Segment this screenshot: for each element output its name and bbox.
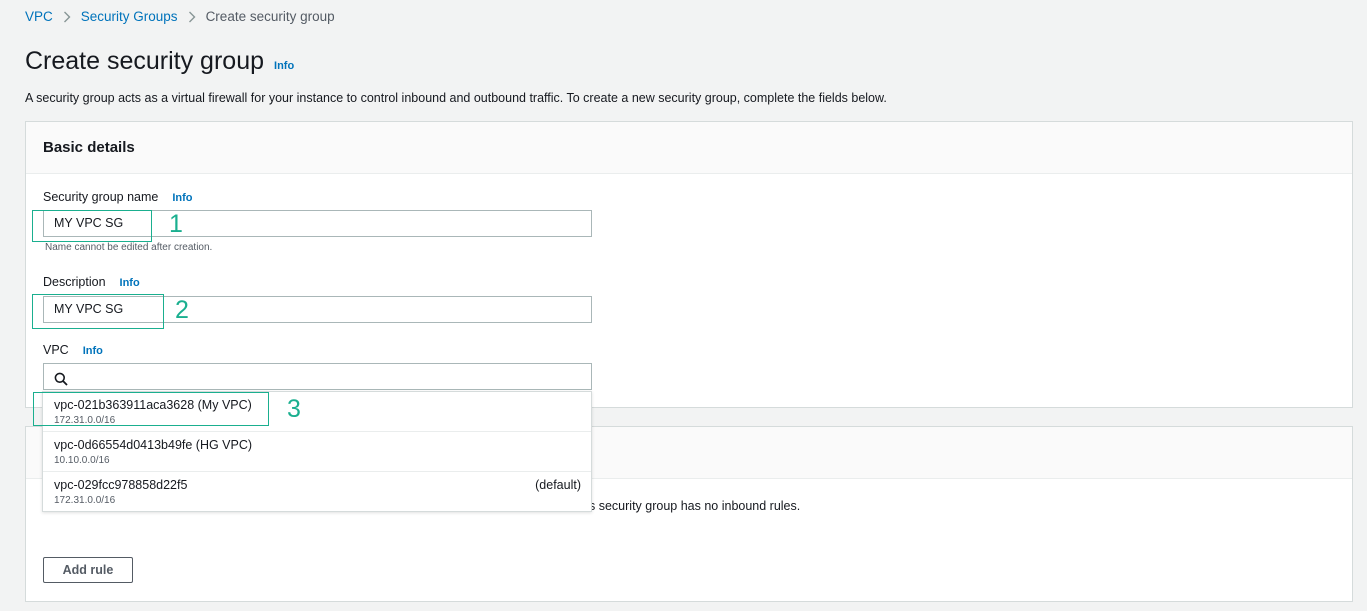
breadcrumb: VPC Security Groups Create security grou… bbox=[25, 9, 335, 24]
security-group-name-label: Security group name Info bbox=[43, 190, 193, 204]
vpc-option-cidr: 172.31.0.0/16 bbox=[54, 495, 116, 506]
security-group-name-label-text: Security group name bbox=[43, 190, 159, 204]
basic-details-panel: Basic details Security group name Info M… bbox=[25, 121, 1353, 408]
annotation-box-3 bbox=[33, 392, 269, 426]
breadcrumb-security-groups[interactable]: Security Groups bbox=[81, 9, 178, 24]
page-info-link[interactable]: Info bbox=[274, 60, 294, 72]
breadcrumb-current: Create security group bbox=[205, 9, 335, 24]
add-rule-button[interactable]: Add rule bbox=[43, 557, 133, 583]
search-icon bbox=[54, 370, 68, 386]
description-info-link[interactable]: Info bbox=[120, 277, 140, 289]
vpc-option-name: vpc-029fcc978858d22f5 bbox=[54, 478, 188, 492]
page-title: Create security group bbox=[25, 47, 265, 75]
vpc-label: VPC Info bbox=[43, 343, 103, 357]
vpc-search-input[interactable] bbox=[43, 363, 592, 390]
vpc-option[interactable]: vpc-029fcc978858d22f5 172.31.0.0/16 (def… bbox=[43, 472, 591, 512]
description-label-text: Description bbox=[43, 275, 106, 289]
vpc-option-cidr: 10.10.0.0/16 bbox=[54, 455, 110, 466]
security-group-name-info-link[interactable]: Info bbox=[172, 192, 192, 204]
vpc-option[interactable]: vpc-0d66554d0413b49fe (HG VPC) 10.10.0.0… bbox=[43, 432, 591, 472]
description-label: Description Info bbox=[43, 275, 140, 289]
vpc-label-text: VPC bbox=[43, 343, 69, 357]
basic-details-header: Basic details bbox=[26, 122, 1352, 174]
annotation-number-1: 1 bbox=[169, 210, 183, 238]
page-subtitle: A security group acts as a virtual firew… bbox=[25, 91, 887, 105]
vpc-info-link[interactable]: Info bbox=[83, 345, 103, 357]
annotation-number-2: 2 bbox=[175, 296, 189, 324]
chevron-right-icon bbox=[63, 11, 71, 23]
vpc-option-name: vpc-0d66554d0413b49fe (HG VPC) bbox=[54, 438, 253, 452]
annotation-box-1 bbox=[32, 210, 152, 242]
page-header: Create security group Info bbox=[25, 47, 294, 76]
annotation-number-3: 3 bbox=[287, 395, 301, 423]
vpc-option-tag: (default) bbox=[535, 478, 581, 492]
chevron-right-icon bbox=[188, 11, 196, 23]
basic-details-title: Basic details bbox=[43, 139, 135, 156]
inbound-empty-text: s security group has no inbound rules. bbox=[589, 499, 801, 513]
breadcrumb-vpc[interactable]: VPC bbox=[25, 9, 53, 24]
annotation-box-2 bbox=[32, 294, 164, 329]
security-group-name-hint: Name cannot be edited after creation. bbox=[45, 242, 213, 253]
